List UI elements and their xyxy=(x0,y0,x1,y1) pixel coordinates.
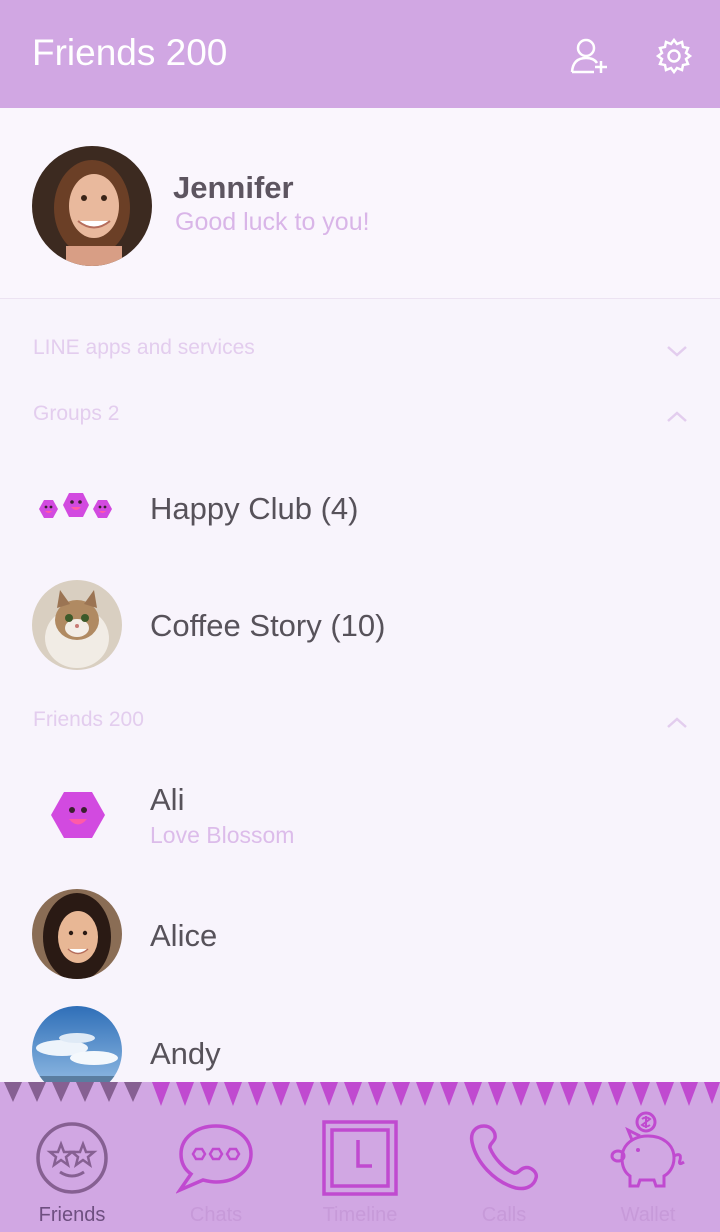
tab-label: Timeline xyxy=(322,1204,398,1226)
profile-name: Jennifer xyxy=(173,170,294,205)
list-item[interactable]: Alice xyxy=(0,880,720,990)
tab-label: Wallet xyxy=(620,1204,676,1226)
tab-chats[interactable]: Chats xyxy=(144,1082,288,1232)
section-label: LINE apps and services xyxy=(33,336,255,359)
add-person-icon[interactable] xyxy=(570,36,610,76)
hexagon-character-icon xyxy=(51,792,105,838)
tab-label: Chats xyxy=(189,1204,243,1226)
tab-label: Friends xyxy=(38,1204,106,1226)
piggy-bank-icon xyxy=(610,1111,685,1188)
list-item[interactable]: Ali Love Blossom xyxy=(0,762,720,872)
app-header: Friends 200 xyxy=(0,0,720,108)
group-name: Coffee Story (10) xyxy=(150,608,386,643)
friend-name: Ali xyxy=(150,782,185,817)
tab-wallet[interactable]: Wallet xyxy=(576,1082,720,1232)
section-line-apps[interactable]: LINE apps and services xyxy=(0,326,720,376)
friend-name: Alice xyxy=(150,918,218,953)
chat-bubble-icon xyxy=(176,1124,253,1194)
friend-status: Love Blossom xyxy=(150,822,295,848)
profile-status-message: Good luck to you! xyxy=(175,208,370,236)
gear-icon[interactable] xyxy=(654,36,694,76)
friends-icon xyxy=(36,1122,108,1194)
avatar xyxy=(32,580,122,670)
list-item[interactable]: Happy Club (4) xyxy=(0,453,720,563)
section-label: Friends 200 xyxy=(33,708,144,731)
tab-calls[interactable]: Calls xyxy=(432,1082,576,1232)
group-hexagons-icon xyxy=(39,493,112,518)
avatar[interactable] xyxy=(32,146,152,266)
page-title: Friends 200 xyxy=(32,32,228,73)
clock-square-icon xyxy=(322,1120,398,1196)
phone-icon xyxy=(469,1124,539,1191)
friend-name: Andy xyxy=(150,1036,221,1071)
section-label: Groups 2 xyxy=(33,402,120,425)
tab-label: Calls xyxy=(481,1204,527,1226)
section-groups[interactable]: Groups 2 xyxy=(0,392,720,442)
my-profile[interactable]: Jennifer Good luck to you! xyxy=(0,108,720,299)
avatar xyxy=(32,889,122,979)
chevron-up-icon xyxy=(667,717,687,728)
tab-timeline[interactable]: Timeline xyxy=(288,1082,432,1232)
section-friends[interactable]: Friends 200 xyxy=(0,698,720,748)
tab-friends[interactable]: Friends xyxy=(0,1082,144,1232)
chevron-down-icon xyxy=(667,346,687,357)
list-item[interactable]: Coffee Story (10) xyxy=(0,570,720,680)
bottom-tab-bar: Friends Chats Timeline Calls Wallet xyxy=(0,1082,720,1232)
group-name: Happy Club (4) xyxy=(150,491,359,526)
chevron-up-icon xyxy=(667,411,687,422)
